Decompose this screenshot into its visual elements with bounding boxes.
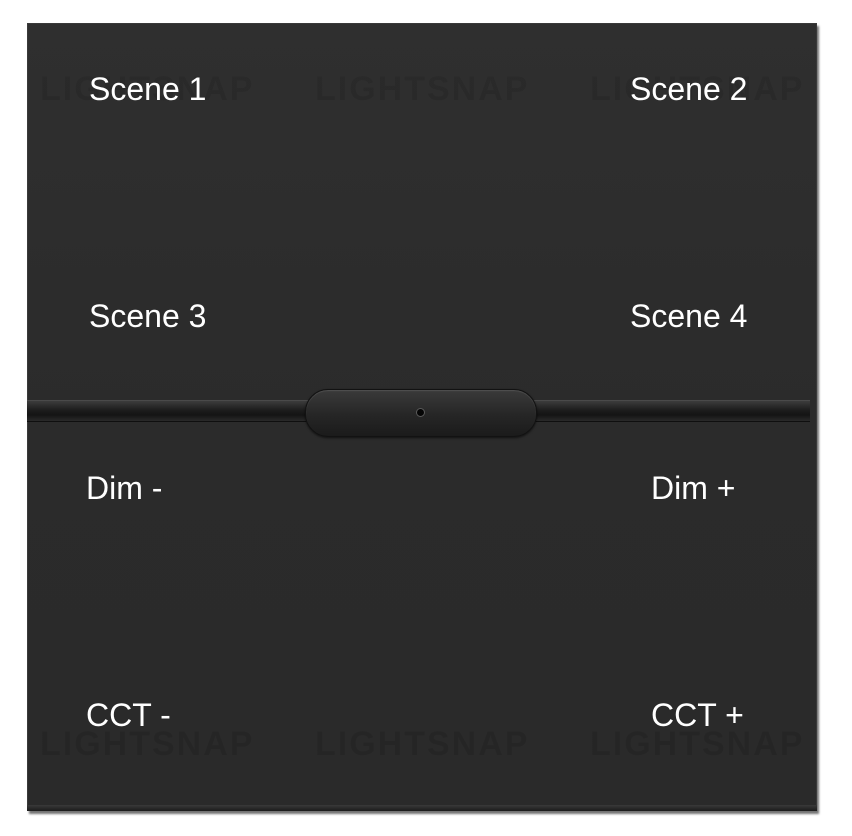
scene-1-button[interactable]: Scene 1 bbox=[89, 71, 206, 107]
scene-2-button[interactable]: Scene 2 bbox=[630, 71, 747, 107]
center-indicator bbox=[305, 389, 537, 437]
sensor-dot-icon bbox=[416, 408, 425, 417]
cct-down-button[interactable]: CCT - bbox=[86, 697, 171, 733]
dim-up-button[interactable]: Dim + bbox=[651, 470, 735, 506]
scene-3-button[interactable]: Scene 3 bbox=[89, 298, 206, 334]
cct-up-button[interactable]: CCT + bbox=[651, 697, 744, 733]
dim-down-button[interactable]: Dim - bbox=[86, 470, 162, 506]
scene-4-button[interactable]: Scene 4 bbox=[630, 298, 747, 334]
